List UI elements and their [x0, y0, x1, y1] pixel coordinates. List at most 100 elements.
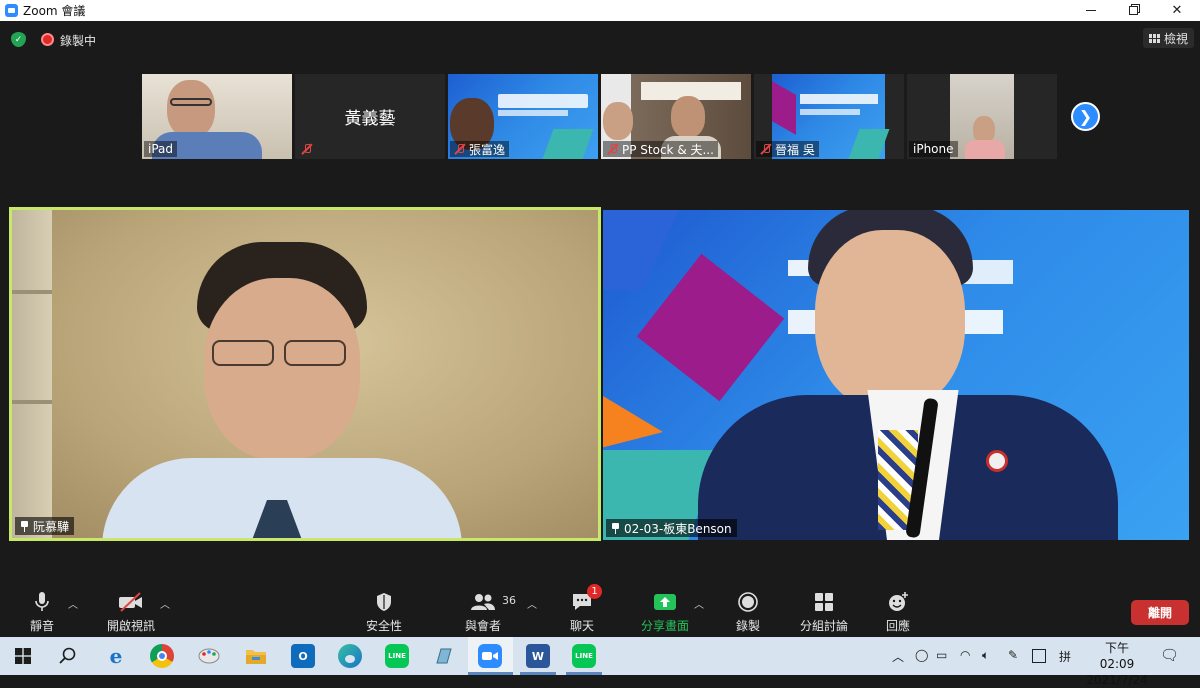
paint-icon[interactable]	[197, 644, 221, 668]
video-name-label: 阮慕驊	[15, 517, 75, 535]
participants-options-caret-icon[interactable]: ︿	[527, 596, 537, 611]
participant-thumbnail[interactable]: 晉福 吳	[754, 74, 904, 159]
participant-thumbnail[interactable]: 黃義藝	[295, 74, 445, 159]
banner-text-line	[800, 109, 860, 115]
ime-label[interactable]: 拼	[1059, 648, 1071, 665]
close-icon: ✕	[1171, 3, 1183, 18]
participants-icon: 36	[470, 590, 516, 614]
recording-icon	[41, 33, 54, 46]
reactions-button[interactable]: 回應	[886, 590, 910, 634]
line-text: LINE	[575, 652, 593, 660]
notes-icon[interactable]	[432, 644, 456, 668]
glasses-shape	[212, 340, 274, 366]
outlook-icon[interactable]: O	[291, 644, 315, 668]
zoom-icon[interactable]	[478, 644, 502, 668]
thumbnail-label: iPad	[144, 141, 178, 157]
participant-name: PP Stock & 夫...	[622, 142, 714, 157]
taskbar-clock[interactable]: 下午 02:09 2021/7/24	[1086, 640, 1148, 688]
mic-muted-icon	[454, 143, 466, 155]
next-page-button[interactable]: ❯	[1071, 102, 1100, 131]
banner-text-line	[498, 110, 568, 116]
battery-icon[interactable]: ▭	[936, 648, 947, 662]
bookshelf	[12, 210, 52, 538]
share-options-caret-icon[interactable]: ︿	[694, 596, 704, 611]
share-screen-button[interactable]: 分享畫面	[641, 590, 689, 634]
mute-button[interactable]: 靜音	[30, 590, 54, 634]
windows-start-icon[interactable]	[11, 644, 35, 668]
participant-shirt	[965, 140, 1005, 159]
breakout-rooms-button[interactable]: 分組討論	[800, 590, 848, 634]
participant-name-center: 黃義藝	[344, 109, 396, 129]
pin-icon	[20, 520, 29, 532]
video-off-icon	[118, 590, 144, 614]
tray-expand-chevron-icon[interactable]: ︿	[892, 648, 904, 665]
record-label: 錄製	[736, 619, 761, 633]
participant-thumbnail[interactable]: PP Stock & 夫...	[601, 74, 751, 159]
line-text: LINE	[388, 652, 406, 660]
security-button[interactable]: 安全性	[366, 590, 402, 634]
line-icon[interactable]: LINE	[385, 644, 409, 668]
video-name-label: 02-03-板東Benson	[606, 519, 737, 537]
record-icon	[737, 590, 759, 614]
participant-face	[204, 278, 360, 460]
video-label: 開啟視訊	[107, 619, 156, 633]
view-button[interactable]: 檢視	[1143, 28, 1195, 48]
microphone-icon	[34, 590, 50, 614]
main-video[interactable]: 02-03-板東Benson	[603, 210, 1189, 540]
participant-thumbnail[interactable]: iPad	[142, 74, 292, 159]
leave-meeting-button[interactable]: 離開	[1131, 600, 1189, 625]
edge-icon[interactable]	[338, 644, 362, 668]
zoom-app-icon	[5, 4, 18, 17]
clock-time: 下午 02:09	[1099, 641, 1135, 671]
glasses-shape	[284, 340, 346, 366]
mic-muted-icon	[607, 143, 619, 155]
grid-view-icon	[1149, 33, 1160, 43]
pen-icon[interactable]: ✎	[1008, 648, 1018, 662]
reaction-smiley-icon	[887, 590, 909, 614]
participant-thumbnail[interactable]: iPhone	[907, 74, 1057, 159]
meeting-toolbar: 靜音 ︿ 開啟視訊 ︿ 安全性 36 與會者 ︿ 1 聊天 分享畫面 ︿ 錄製 …	[0, 582, 1200, 637]
windows-taskbar: e O LINE W LINE ︿ ◯ ▭ ◠ 🔈︎ ✎ 拼 下午 02:09 …	[0, 637, 1200, 687]
encryption-shield-icon[interactable]: ✓	[11, 32, 26, 47]
shelf-line	[12, 290, 52, 294]
file-explorer-icon[interactable]	[244, 644, 268, 668]
minimize-button[interactable]	[1068, 0, 1114, 21]
thumbnail-label	[297, 141, 317, 157]
ime-mode-icon[interactable]	[1032, 649, 1046, 663]
video-options-caret-icon[interactable]: ︿	[160, 596, 170, 611]
restore-button[interactable]	[1110, 0, 1156, 21]
thumbnail-label: iPhone	[909, 141, 958, 157]
line-icon[interactable]: LINE	[572, 644, 596, 668]
participants-button[interactable]: 36 與會者	[465, 590, 516, 634]
chrome-icon[interactable]	[150, 644, 174, 668]
glasses-shape	[170, 98, 212, 106]
audio-options-caret-icon[interactable]: ︿	[68, 596, 78, 611]
participant-name: 阮慕驊	[33, 519, 70, 534]
main-video-active-speaker[interactable]: 阮慕驊	[9, 207, 601, 541]
recording-status[interactable]: 錄製中	[60, 32, 96, 49]
notifications-icon[interactable]: 🗨︎	[1160, 646, 1179, 664]
start-video-button[interactable]: 開啟視訊	[107, 590, 155, 634]
thumbnail-label: 晉福 吳	[756, 141, 819, 157]
window-title: Zoom 會議	[23, 4, 86, 18]
ie-icon[interactable]: e	[104, 644, 128, 668]
participant-name: 02-03-板東Benson	[624, 521, 732, 536]
reactions-label: 回應	[886, 619, 911, 633]
record-button[interactable]: 錄製	[736, 590, 760, 634]
word-icon[interactable]: W	[526, 644, 550, 668]
wifi-icon[interactable]: ◠	[960, 648, 970, 662]
participant-face	[671, 96, 705, 138]
chat-button[interactable]: 1 聊天	[570, 584, 602, 634]
participant-thumbnail[interactable]: 張富逸	[448, 74, 598, 159]
participant-face	[815, 230, 965, 410]
close-button[interactable]: ✕	[1154, 0, 1200, 21]
touch-keyboard-icon[interactable]: ◯	[915, 648, 928, 662]
volume-icon[interactable]: 🔈︎	[982, 648, 989, 663]
chevron-right-icon: ❯	[1078, 107, 1093, 126]
mic-muted-icon	[760, 143, 772, 155]
search-icon[interactable]	[56, 644, 80, 668]
security-label: 安全性	[366, 619, 403, 633]
chat-label: 聊天	[570, 619, 595, 633]
breakout-rooms-icon	[814, 590, 834, 614]
security-shield-icon	[375, 590, 393, 614]
